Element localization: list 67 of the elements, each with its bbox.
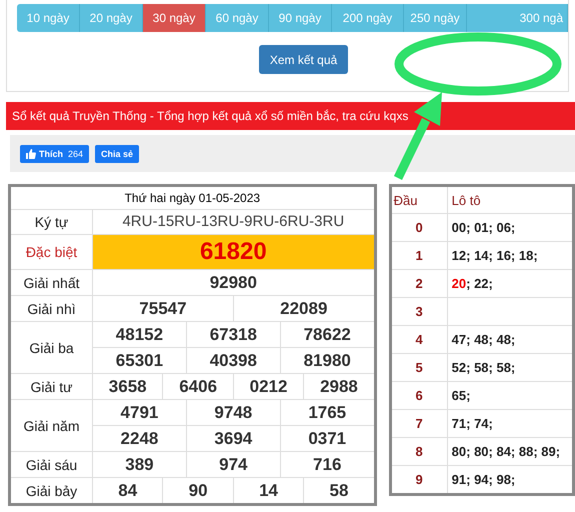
loto-numbers: 91; 94; 98; (452, 472, 516, 487)
head-digit: 6 (390, 382, 448, 410)
prize-number: 0371 (280, 426, 374, 451)
head-digit: 1 (390, 242, 448, 270)
loto-numbers: 65; (452, 388, 470, 403)
share-button[interactable]: Chia sẻ (95, 144, 140, 162)
prize-label: Giải năm (10, 400, 92, 452)
prize-number: 2248 (120, 428, 160, 450)
loto-numbers: 47; 48; 48; (452, 332, 516, 347)
day-range-tab[interactable]: 90 ngày (269, 4, 332, 32)
prize-number: 2988 (303, 374, 374, 399)
prize-number: 389 (124, 454, 155, 476)
loto-numbers: 52; 58; 58; (452, 360, 516, 375)
head-digit: 7 (390, 410, 448, 438)
prize-number: 92980 (208, 272, 258, 294)
prize-label: Ký tự (10, 210, 92, 234)
day-range-tab[interactable]: 300 ngà (467, 4, 568, 32)
prize-number: 90 (162, 478, 233, 503)
head-digit: 0 (390, 214, 448, 242)
prize-number: 78622 (280, 322, 374, 347)
prize-number: 58 (303, 478, 374, 503)
prize-number: 61820 (198, 237, 268, 267)
prize-label: Giải ba (10, 322, 92, 374)
day-range-tab[interactable]: 60 ngày (206, 4, 269, 32)
day-range-tab[interactable]: 10 ngày (17, 4, 80, 32)
prize-label: Giải tư (10, 374, 92, 400)
prize-number: 81980 (280, 348, 374, 373)
head-digit: 4 (390, 326, 448, 354)
head-digit: 2 (390, 270, 448, 298)
prize-number: 974 (186, 452, 280, 477)
prize-number: 6406 (162, 374, 233, 399)
prize-label: Giải nhất (10, 270, 92, 296)
prize-number: 65301 (114, 350, 164, 372)
page-banner: Sổ kết quả Truyền Thống - Tổng hợp kết quả xổ số miền bắc, tra cứu kqxs (6, 102, 575, 130)
loto-numbers: 20; 22; (452, 276, 493, 291)
prize-number: 9748 (186, 400, 280, 425)
day-range-tab[interactable]: 250 ngày (404, 4, 467, 32)
like-button[interactable]: Thích 264 (20, 144, 90, 162)
day-range-tab[interactable]: 20 ngày (80, 4, 143, 32)
column-header: Đầu (390, 186, 448, 214)
prize-number: 716 (280, 452, 374, 477)
thumbs-up-icon (26, 148, 36, 158)
view-results-button[interactable]: Xem kết quả (258, 45, 348, 74)
prize-label: Giải sáu (10, 452, 92, 478)
prize-number: 84 (117, 480, 138, 502)
loto-numbers: 80; 80; 84; 88; 89; (452, 444, 560, 459)
prize-number: 48152 (114, 324, 164, 346)
loto-numbers: 12; 14; 16; 18; (452, 248, 538, 263)
head-digit: 3 (390, 298, 448, 326)
head-digit: 5 (390, 354, 448, 382)
loto-numbers: 00; 01; 06; (452, 220, 516, 235)
loto-numbers: 71; 74; (452, 416, 493, 431)
prize-number: 1765 (280, 400, 374, 425)
prize-number: 4791 (120, 402, 160, 424)
day-range-tab[interactable]: 30 ngày (143, 4, 206, 32)
prize-number: 14 (232, 478, 304, 503)
prize-number: 4RU-15RU-13RU-9RU-6RU-3RU (121, 212, 346, 232)
prize-number: 3694 (186, 426, 280, 451)
prize-number: 22089 (232, 296, 374, 321)
prize-label: Giải nhì (10, 296, 92, 322)
head-digit: 8 (390, 438, 448, 466)
prize-number: 67318 (186, 322, 280, 347)
prize-number: 3658 (108, 376, 148, 398)
prize-number: 75547 (138, 298, 188, 320)
prize-number: 40398 (186, 348, 280, 373)
day-range-tab[interactable]: 200 ngày (332, 4, 404, 32)
prize-number: 0212 (232, 374, 304, 399)
